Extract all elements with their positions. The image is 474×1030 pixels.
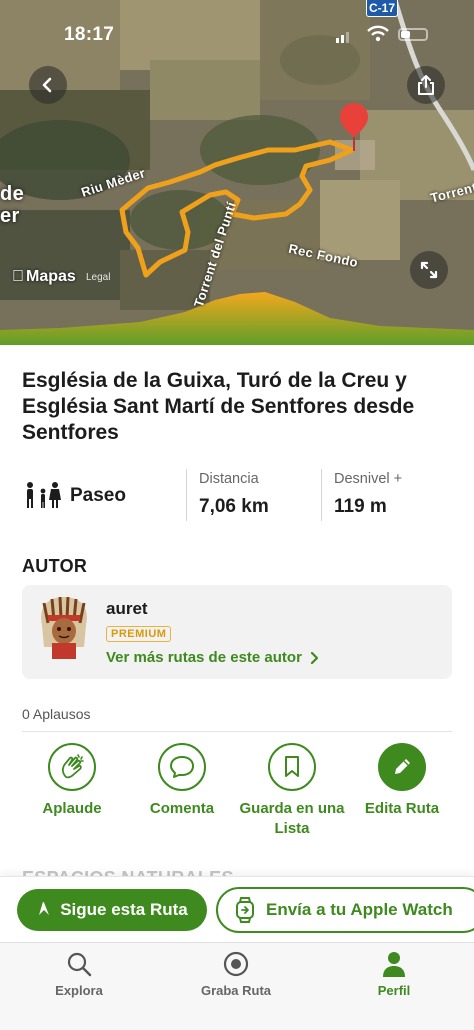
save-ring [268,743,316,791]
applaud-ring [48,743,96,791]
stat-divider [321,469,322,521]
chevron-right-icon [310,651,318,664]
share-button[interactable] [407,66,445,104]
tab-explore[interactable]: Explora [24,949,134,998]
send-to-watch-label: Envía a tu Apple Watch [266,900,453,919]
tab-bar: Explora Graba Ruta Perfil [0,942,474,1030]
follow-route-label: Sigue esta Ruta [60,900,188,919]
comment-icon [170,756,194,778]
status-bar: 18:17 [0,0,474,50]
route-stats: Paseo Distancia 7,06 km Desnivel + 119 m [22,467,452,523]
stat-elevation: Desnivel + 119 m [334,471,402,518]
route-type-label: Paseo [70,485,126,506]
edit-route-label: Edita Ruta [364,800,440,817]
comment-button[interactable]: Comenta [127,743,237,819]
wifi-icon [367,25,389,42]
maps-brand:  Mapas [12,268,76,286]
expand-icon [420,261,438,279]
stat-divider [186,469,187,521]
cta-bar: Sigue esta Ruta Envía a tu Apple Watch [0,876,474,942]
profile-icon [383,952,405,977]
record-icon [223,951,249,977]
watch-icon [236,897,254,923]
applause-count[interactable]: 0 Aplausos [22,706,91,722]
save-to-list-label: Guarda en una Lista [239,800,345,837]
bookmark-icon [285,756,299,777]
route-map[interactable]: C-17 18:17 de er Riu Mèder Torrent del P… [0,0,474,345]
comment-label: Comenta [149,800,215,817]
tab-explore-label: Explora [55,983,103,998]
navigation-arrow-icon [39,902,50,915]
action-row: Aplaude Comenta Guarda en una Lista Edit… [0,743,474,843]
cellular-signal-icon [336,32,349,43]
author-heading: AUTOR [22,556,88,576]
tab-profile-label: Perfil [377,983,411,998]
route-title: Església de la Guixa, Turó de la Creu y … [22,369,415,444]
applaud-label: Aplaude [42,800,102,817]
follow-route-button[interactable]: Sigue esta Ruta [17,889,207,931]
maps-legal-link[interactable]: Legal [86,272,110,283]
stat-elevation-label: Desnivel + [334,471,403,487]
route-type: Paseo [22,481,126,511]
comment-ring [158,743,206,791]
author-card[interactable]: auret PREMIUM Ver más rutas de este auto… [22,585,452,679]
search-icon [67,952,92,977]
satellite-terrain [0,0,474,345]
stat-distance-label: Distancia [199,471,259,487]
battery-icon [398,28,428,41]
stat-elevation-value: 119 m [334,496,387,517]
edit-ring [378,743,426,791]
edit-route-button[interactable]: Edita Ruta [347,743,457,819]
author-link-label: Ver más rutas de este autor [106,649,302,666]
map-label-partial: de er [0,183,25,227]
applaud-button[interactable]: Aplaude [17,743,127,819]
avatar[interactable] [34,597,94,659]
clap-icon [61,754,84,779]
tab-record-label: Graba Ruta [200,983,272,998]
send-to-watch-button[interactable]: Envía a tu Apple Watch [216,887,474,933]
stat-distance-value: 7,06 km [199,496,269,517]
maps-brand-label: Mapas [14,268,76,285]
family-walk-icon [27,482,61,508]
author-more-routes-link[interactable]: Ver más rutas de este autor [106,649,318,666]
back-button[interactable] [29,66,67,104]
author-name[interactable]: auret [106,599,148,619]
pencil-icon [395,759,410,774]
premium-badge: PREMIUM [106,626,172,642]
tab-record[interactable]: Graba Ruta [181,949,291,998]
tab-profile[interactable]: Perfil [339,949,449,998]
share-icon [418,75,434,95]
divider [22,731,452,732]
expand-map-button[interactable] [410,251,448,289]
save-to-list-button[interactable]: Guarda en una Lista [237,743,347,839]
apple-logo-icon:  [12,268,24,286]
location-pin-icon [340,103,368,156]
chevron-left-icon [42,77,52,93]
stat-distance: Distancia 7,06 km [199,471,269,518]
status-time: 18:17 [64,24,115,45]
